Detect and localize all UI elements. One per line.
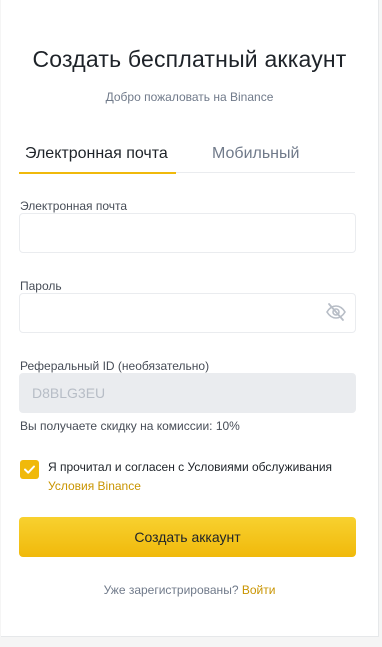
terms-link[interactable]: Условия Binance bbox=[48, 479, 141, 493]
tab-email[interactable]: Электронная почта bbox=[19, 144, 176, 174]
email-field[interactable] bbox=[19, 213, 356, 253]
referral-discount-hint: Вы получаете скидку на комиссии: 10% bbox=[20, 419, 240, 433]
page-title: Создать бесплатный аккаунт bbox=[32, 46, 347, 72]
create-account-button[interactable]: Создать аккаунт bbox=[19, 517, 356, 557]
tab-mobile[interactable]: Мобильный bbox=[212, 144, 299, 173]
eye-slash-icon[interactable] bbox=[325, 302, 347, 322]
terms-checkbox[interactable] bbox=[20, 460, 39, 479]
email-label: Электронная почта bbox=[20, 199, 128, 213]
password-field[interactable] bbox=[19, 293, 356, 333]
terms-label: Я прочитал и согласен с Условиями обслуж… bbox=[48, 460, 333, 474]
login-prompt-text: Уже зарегистрированы? bbox=[103, 583, 239, 597]
referral-label: Реферальный ID (необязательно) bbox=[20, 359, 210, 373]
signup-card: Создать бесплатный аккаунт Добро пожалов… bbox=[1, 0, 379, 637]
checkmark-icon bbox=[24, 465, 35, 474]
page-subtitle: Добро пожаловать на Binance bbox=[105, 90, 274, 104]
login-prompt: Уже зарегистрированы? Войти bbox=[1, 583, 378, 597]
signup-tabs: Электронная почта Мобильный bbox=[19, 144, 355, 174]
terms-text: Я прочитал и согласен с Условиями обслуж… bbox=[48, 458, 348, 496]
login-link[interactable]: Войти bbox=[242, 583, 276, 597]
referral-field bbox=[19, 373, 356, 413]
password-label: Пароль bbox=[20, 279, 62, 293]
